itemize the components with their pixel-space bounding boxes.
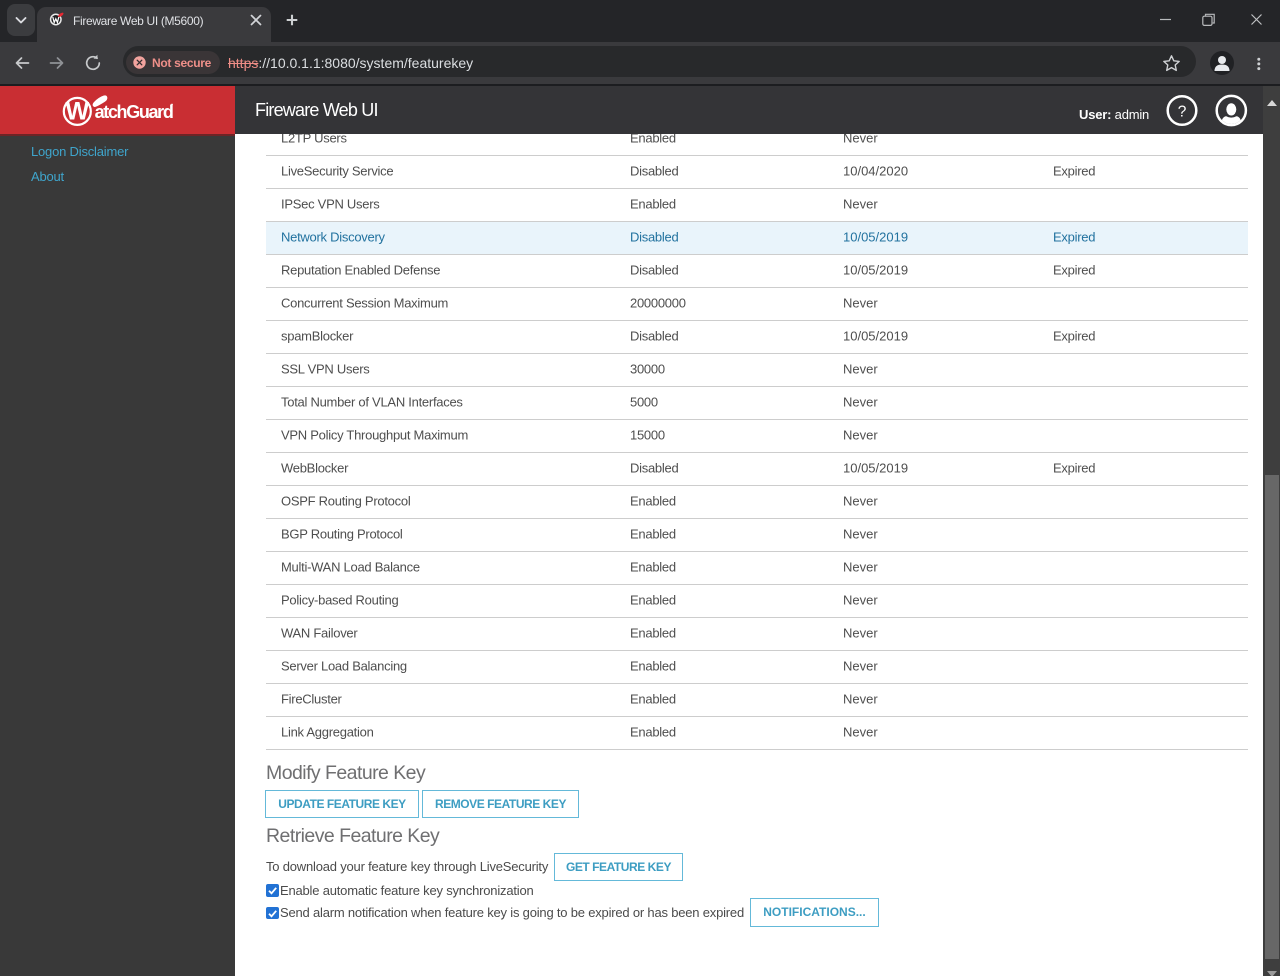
svg-text:?: ? bbox=[1178, 104, 1187, 121]
svg-text:atchGuard: atchGuard bbox=[95, 102, 173, 122]
svg-text:W: W bbox=[65, 98, 89, 126]
